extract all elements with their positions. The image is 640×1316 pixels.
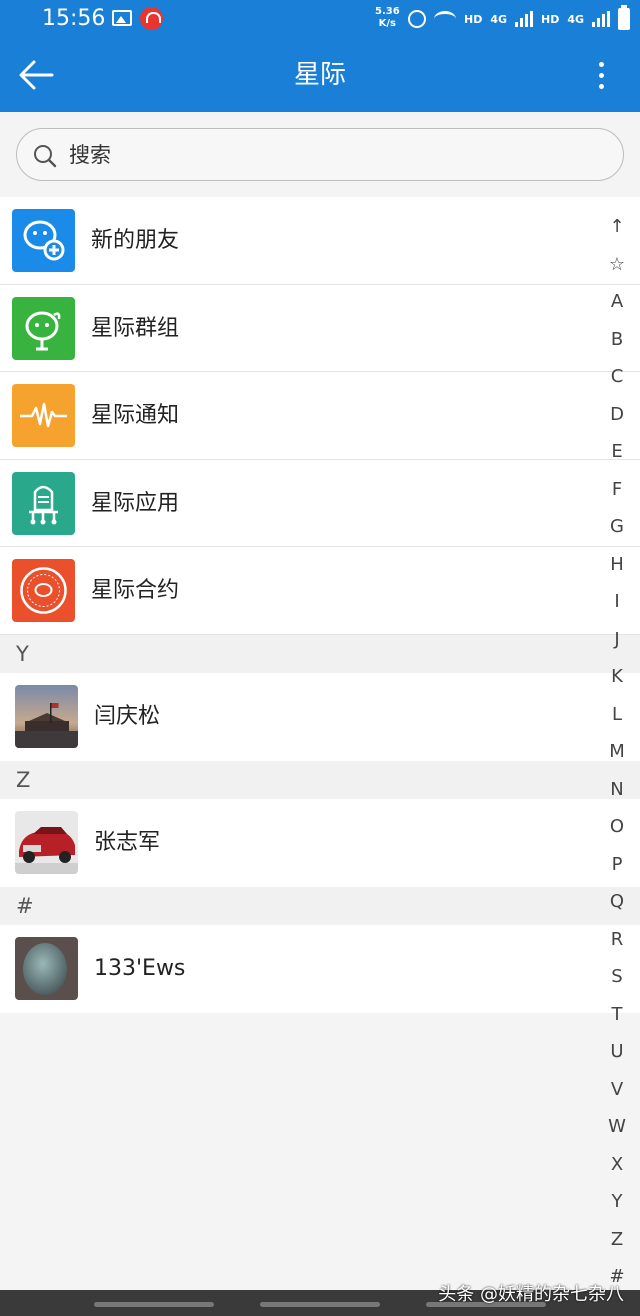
avatar <box>15 685 78 748</box>
alphabet-index-bar[interactable]: ↑ ☆ A B C D E F G H I J K L M N O P Q R S T U V W X Y Z # <box>600 208 634 1296</box>
battery-icon <box>618 5 631 30</box>
index-letter[interactable]: J <box>600 621 634 659</box>
index-letter[interactable]: ☆ <box>600 246 634 284</box>
index-letter[interactable]: D <box>600 396 634 434</box>
contact-name: 闫庆松 <box>94 704 161 729</box>
nav-home-pill[interactable] <box>260 1302 380 1307</box>
add-friend-icon <box>12 209 75 272</box>
gallery-icon <box>112 10 132 26</box>
index-letter[interactable]: W <box>600 1108 634 1146</box>
network-type-1: 4G <box>490 12 508 26</box>
status-bar: 15:56 5.36 K/s HD 4G HD 4G <box>0 0 640 38</box>
contact-row[interactable]: 张志军 <box>0 799 640 887</box>
index-letter[interactable]: P <box>600 846 634 884</box>
index-letter[interactable]: U <box>600 1033 634 1071</box>
index-letter[interactable]: Z <box>600 1221 634 1259</box>
contact-name: 133'Ews <box>94 956 186 981</box>
index-letter[interactable]: K <box>600 658 634 696</box>
search-area <box>0 112 640 196</box>
index-letter[interactable]: A <box>600 283 634 321</box>
signal-icon <box>592 11 611 27</box>
index-letter[interactable]: E <box>600 433 634 471</box>
signal-icon <box>515 11 534 27</box>
section-header-z: Z <box>0 761 640 799</box>
index-letter[interactable]: H <box>600 546 634 584</box>
watermark: 头条 @妖精的杂七杂八 <box>438 1284 624 1305</box>
index-letter[interactable]: X <box>600 1146 634 1184</box>
index-letter[interactable]: M <box>600 733 634 771</box>
contact-row[interactable]: 133'Ews <box>0 925 640 1013</box>
function-label: 星际通知 <box>91 403 180 428</box>
hd-label-2: HD <box>541 12 560 26</box>
index-letter[interactable]: Y <box>600 1183 634 1221</box>
contact-row[interactable]: 闫庆松 <box>0 673 640 761</box>
function-item-new-friends[interactable]: 新的朋友 <box>0 197 640 285</box>
index-letter[interactable]: T <box>600 996 634 1034</box>
index-letter[interactable]: V <box>600 1071 634 1109</box>
pulse-icon <box>12 384 75 447</box>
function-list: 新的朋友 星际群组 星际通知 星际应用 星际合约 <box>0 197 640 635</box>
section-header-other: # <box>0 887 640 925</box>
index-letter[interactable]: F <box>600 471 634 509</box>
index-letter[interactable]: L <box>600 696 634 734</box>
function-item-contracts[interactable]: 星际合约 <box>0 547 640 635</box>
function-label: 星际合约 <box>91 578 180 603</box>
contract-seal-icon <box>12 559 75 622</box>
more-dot-icon <box>598 83 604 89</box>
index-letter[interactable]: B <box>600 321 634 359</box>
index-letter[interactable]: ↑ <box>600 208 634 246</box>
function-label: 星际应用 <box>91 490 180 516</box>
function-label: 新的朋友 <box>91 228 180 253</box>
page-title: 星际 <box>293 60 346 90</box>
section-header-y: Y <box>0 635 640 673</box>
function-label: 星际群组 <box>91 315 180 341</box>
function-item-groups[interactable]: 星际群组 <box>0 285 640 372</box>
status-indicators: HD 4G HD 4G <box>408 5 631 32</box>
avatar <box>15 937 78 1000</box>
index-letter[interactable]: I <box>600 583 634 621</box>
index-letter[interactable]: N <box>600 771 634 809</box>
status-time: 15:56 <box>42 6 106 31</box>
more-options-button[interactable] <box>586 52 616 98</box>
wifi-icon <box>434 11 456 27</box>
search-icon <box>34 145 57 168</box>
avatar <box>15 811 78 874</box>
function-item-notifications[interactable]: 星际通知 <box>0 372 640 460</box>
alarm-icon <box>408 10 426 28</box>
contact-name: 张志军 <box>94 830 161 855</box>
nav-back-pill[interactable] <box>94 1302 214 1307</box>
network-speed: 5.36 K/s <box>375 6 400 29</box>
index-letter[interactable]: S <box>600 958 634 996</box>
group-face-icon <box>12 296 75 360</box>
search-input[interactable] <box>69 137 589 173</box>
robot-icon <box>12 471 75 535</box>
more-dot-icon <box>598 61 604 67</box>
network-type-2: 4G <box>567 12 585 26</box>
index-letter[interactable]: Q <box>600 883 634 921</box>
function-item-apps[interactable]: 星际应用 <box>0 460 640 547</box>
index-letter[interactable]: G <box>600 508 634 546</box>
headset-icon <box>140 7 163 30</box>
search-box[interactable] <box>16 128 624 181</box>
index-letter[interactable]: R <box>600 921 634 959</box>
hd-label-1: HD <box>464 12 483 26</box>
index-letter[interactable]: O <box>600 808 634 846</box>
more-dot-icon <box>598 72 604 78</box>
app-bar: 星际 <box>0 38 640 112</box>
index-letter[interactable]: C <box>600 358 634 396</box>
